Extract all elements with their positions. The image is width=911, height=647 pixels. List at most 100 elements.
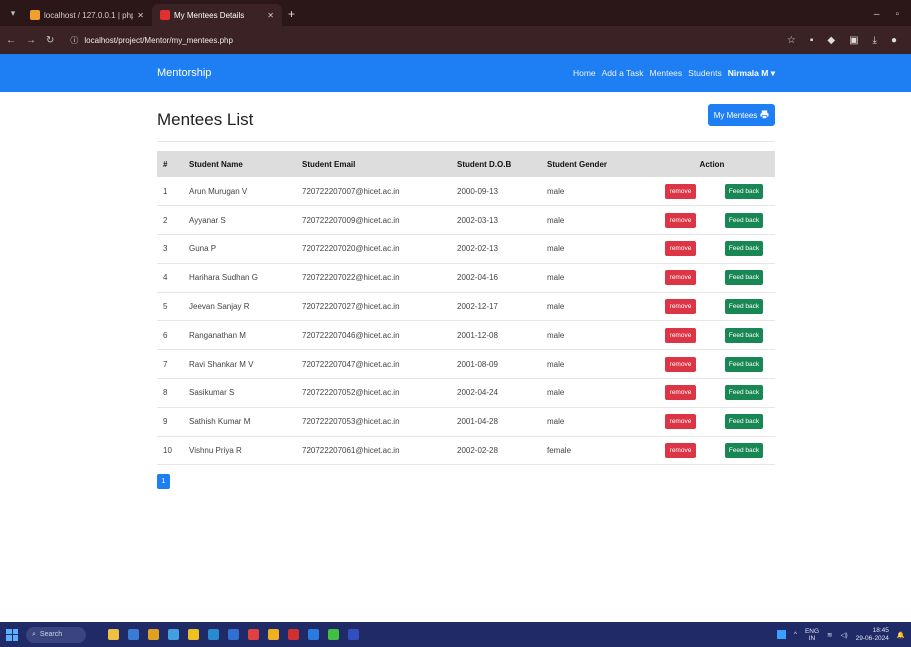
taskbar-app-icon[interactable] <box>248 629 259 640</box>
tab-search-icon[interactable]: ▾ <box>4 4 22 22</box>
header-action: Action <box>699 159 725 169</box>
taskbar-app-icon[interactable] <box>228 629 239 640</box>
remove-button[interactable]: remove <box>665 212 696 228</box>
bookmark-star-icon[interactable]: ☆ <box>787 35 796 46</box>
remove-button[interactable]: remove <box>665 356 696 372</box>
table-row: 10 Vishnu Priya R 720722207061@hicet.ac.in… <box>157 436 775 465</box>
remove-button[interactable]: remove <box>665 299 696 315</box>
notification-bell-icon[interactable]: 🔔 <box>897 631 905 639</box>
divider <box>157 141 775 142</box>
user-menu[interactable]: Nirmala M ▾ <box>728 68 775 79</box>
taskbar-app-icon[interactable] <box>188 629 199 640</box>
table-row: 5 Jeevan Sanjay R 720722207027@hicet.ac.in… <box>157 292 775 321</box>
student-name-cell: Arun Murugan V <box>189 186 248 196</box>
student-name-cell: Vishnu Priya R <box>189 446 242 456</box>
language-indicator[interactable]: ENG IN <box>805 628 819 642</box>
pagination-page-1[interactable]: 1 <box>157 474 170 489</box>
header-student-dob: Student D.O.B <box>457 159 512 169</box>
profile-icon[interactable]: ● <box>891 35 897 46</box>
maximize-icon[interactable]: ▫ <box>895 9 899 20</box>
wifi-icon[interactable]: ≋ <box>827 631 832 639</box>
taskbar-app-icon[interactable] <box>308 629 319 640</box>
volume-icon[interactable]: ◁) <box>840 631 847 639</box>
table-row: 8 Sasikumar S 720722207052@hicet.ac.in 2002… <box>157 379 775 408</box>
extension-icon[interactable]: ▪ <box>810 35 814 46</box>
forward-icon[interactable]: → <box>26 35 36 46</box>
my-mentees-label: My Mentees <box>713 110 758 120</box>
remove-button[interactable]: remove <box>665 385 696 401</box>
search-icon: ⌕ <box>32 630 36 638</box>
feedback-button[interactable]: Feed back <box>725 385 763 401</box>
windows-start-icon[interactable] <box>6 628 18 641</box>
remove-button[interactable]: remove <box>665 414 696 430</box>
feedback-button[interactable]: Feed back <box>725 183 763 199</box>
taskbar-app-icon[interactable] <box>148 629 159 640</box>
taskbar-app-icon[interactable] <box>348 629 359 640</box>
nav-mentees[interactable]: Mentees <box>650 68 683 78</box>
table-row: 4 Harihara Sudhan G 720722207022@hicet.ac.… <box>157 263 775 293</box>
url-field[interactable]: ⓘ localhost/project/Mentor/my_mentees.ph… <box>64 31 239 49</box>
student-email-cell: 720722207009@hicet.ac.in <box>302 215 400 225</box>
close-tab-icon[interactable]: ✕ <box>267 11 274 20</box>
student-dob-cell: 2002-03-13 <box>457 215 498 225</box>
reload-icon[interactable]: ↻ <box>46 35 54 46</box>
feedback-button[interactable]: Feed back <box>725 241 763 257</box>
row-number: 2 <box>163 215 168 225</box>
action-cell: remove Feed back <box>649 206 775 235</box>
clock[interactable]: 18:45 29-06-2024 <box>856 627 889 643</box>
action-cell: remove Feed back <box>649 292 775 321</box>
language-code: ENG <box>804 627 820 635</box>
remove-button[interactable]: remove <box>665 443 696 459</box>
feedback-button[interactable]: Feed back <box>725 443 763 459</box>
browser-tab-my-mentees[interactable]: My Mentees Details ✕ <box>152 4 282 26</box>
feedback-button[interactable]: Feed back <box>725 212 763 228</box>
taskbar-app-icon[interactable] <box>288 629 299 640</box>
download-icon[interactable]: ⤓ <box>873 35 877 46</box>
chevron-up-icon[interactable]: ^ <box>794 631 797 638</box>
nav-students[interactable]: Students <box>688 68 722 78</box>
remove-button[interactable]: remove <box>665 327 696 343</box>
student-email-cell: 720722207047@hicet.ac.in <box>302 359 400 369</box>
region-code: IN <box>808 634 816 642</box>
nav-add-task[interactable]: Add a Task <box>602 68 644 78</box>
new-tab-icon[interactable]: + <box>288 7 295 21</box>
action-cell: remove Feed back <box>649 436 775 465</box>
remove-button[interactable]: remove <box>665 241 696 257</box>
student-dob-cell: 2000-09-13 <box>457 186 498 196</box>
feedback-button[interactable]: Feed back <box>725 299 763 315</box>
page-title: Mentees List <box>157 110 254 129</box>
sidebar-icon[interactable]: ▣ <box>849 35 858 46</box>
minimize-icon[interactable]: – <box>874 9 880 20</box>
remove-button[interactable]: remove <box>665 183 696 199</box>
feedback-button[interactable]: Feed back <box>725 356 763 372</box>
feedback-button[interactable]: Feed back <box>725 270 763 286</box>
feedback-button[interactable]: Feed back <box>725 327 763 343</box>
my-mentees-button[interactable]: My Mentees <box>708 104 775 126</box>
remove-button[interactable]: remove <box>665 270 696 286</box>
site-info-icon[interactable]: ⓘ <box>70 35 78 46</box>
action-cell: remove Feed back <box>649 263 775 292</box>
close-tab-icon[interactable]: ✕ <box>137 11 144 20</box>
action-cell: remove Feed back <box>649 177 775 206</box>
browser-tab-phpmyadmin[interactable]: localhost / 127.0.0.1 | phpMyAc ✕ <box>22 4 152 26</box>
student-gender-cell: male <box>547 273 565 283</box>
back-icon[interactable]: ← <box>6 35 16 46</box>
nav-home[interactable]: Home <box>573 68 596 78</box>
taskbar-app-icon[interactable] <box>128 629 139 640</box>
taskbar-app-icon[interactable] <box>168 629 179 640</box>
feedback-button[interactable]: Feed back <box>725 414 763 430</box>
taskbar-app-icon[interactable] <box>208 629 219 640</box>
brand-link[interactable]: Mentorship <box>157 67 211 79</box>
taskbar-app-icon[interactable] <box>108 629 119 640</box>
student-email-cell: 720722207052@hicet.ac.in <box>302 388 400 398</box>
taskbar-app-icon[interactable] <box>268 629 279 640</box>
search-label: Search <box>39 631 63 638</box>
taskbar-app-icon[interactable] <box>328 629 339 640</box>
student-dob-cell: 2002-12-17 <box>457 302 498 312</box>
student-gender-cell: male <box>547 215 565 225</box>
extensions-puzzle-icon[interactable]: ◆ <box>827 35 835 46</box>
printer-icon <box>760 109 769 121</box>
taskbar-search[interactable]: ⌕ Search <box>26 626 86 643</box>
tray-app-icon[interactable] <box>776 630 786 639</box>
student-dob-cell: 2002-02-13 <box>457 244 498 254</box>
